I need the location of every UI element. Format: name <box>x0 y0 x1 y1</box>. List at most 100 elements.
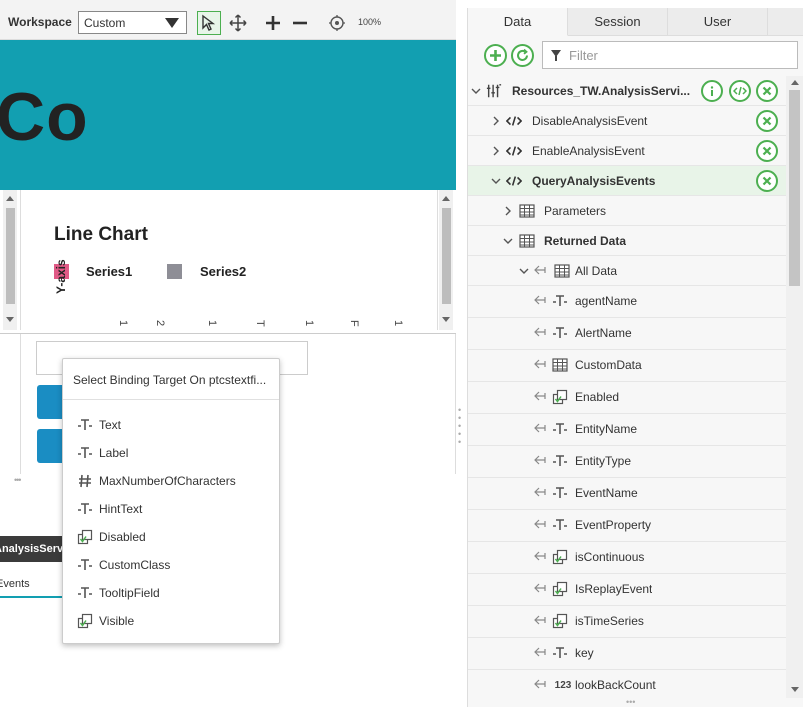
field-label: EventName <box>575 486 638 500</box>
filter-input[interactable]: Filter <box>542 41 798 69</box>
binding-arrow-icon <box>534 678 546 693</box>
tree-row-parameters[interactable]: Parameters <box>468 196 786 226</box>
fit-to-screen-button[interactable] <box>325 11 349 35</box>
boolean-type-icon <box>552 389 568 405</box>
tree-row-field[interactable]: isTimeSeries <box>468 606 786 638</box>
info-button[interactable] <box>701 80 723 102</box>
resize-grip-icon[interactable]: ••• <box>626 697 635 707</box>
legend-swatch-series2 <box>167 264 182 279</box>
line-chart-widget[interactable]: Line Chart Series1 Series2 Y-axis 1 2 1 … <box>20 190 438 330</box>
service-sub-item[interactable]: Events <box>0 570 64 598</box>
binding-target-label: HintText <box>99 502 143 516</box>
chevron-right-icon[interactable] <box>490 115 502 130</box>
tree-row-service[interactable]: DisableAnalysisEvent <box>468 106 786 136</box>
add-data-button[interactable] <box>484 44 507 67</box>
tree-row-service[interactable]: QueryAnalysisEvents <box>468 166 786 196</box>
binding-target-disabled[interactable]: Disabled <box>77 527 273 547</box>
tree-row-field[interactable]: EventProperty <box>468 510 786 542</box>
binding-target-tooltipfield[interactable]: TooltipField <box>77 583 273 603</box>
tab-user[interactable]: User <box>668 8 768 36</box>
refresh-data-button[interactable] <box>511 44 534 67</box>
plus-icon <box>490 50 501 61</box>
scroll-up-icon[interactable] <box>791 80 799 85</box>
chevron-right-icon[interactable] <box>490 145 502 160</box>
chart-scrollbar-left[interactable] <box>3 190 17 330</box>
parameters-label: Parameters <box>544 204 607 218</box>
service-tab[interactable]: AnalysisServices <box>0 536 64 562</box>
scroll-down-icon[interactable] <box>791 687 799 692</box>
tree-row-field[interactable]: key <box>468 638 786 670</box>
tree-row-field[interactable]: EntityName <box>468 414 786 446</box>
binding-target-label[interactable]: Label <box>77 443 273 463</box>
tree-row-field[interactable]: CustomData <box>468 350 786 382</box>
binding-arrow-icon <box>534 326 546 341</box>
chevron-down-icon[interactable] <box>490 175 502 190</box>
tree-row-all-data[interactable]: All Data <box>468 256 786 286</box>
x-tick-label: T <box>254 320 266 327</box>
data-source-label: Resources_TW.AnalysisServi... <box>512 84 691 98</box>
scroll-up-icon[interactable] <box>442 196 450 201</box>
table-icon <box>554 263 570 279</box>
splitter-grip-icon[interactable]: • • • • • <box>458 406 464 447</box>
zoom-out-button[interactable] <box>288 11 312 35</box>
tree-row-field[interactable]: AlertName <box>468 318 786 350</box>
tree-row-field[interactable]: EventName <box>468 478 786 510</box>
service-code-icon <box>506 173 522 189</box>
chevron-right-icon[interactable] <box>502 205 514 220</box>
tree-row-returned-data[interactable]: Returned Data <box>468 226 786 256</box>
chevron-down-icon[interactable] <box>518 265 530 280</box>
pan-tool-button[interactable] <box>226 11 250 35</box>
chevron-down-icon[interactable] <box>502 235 514 250</box>
scroll-thumb[interactable] <box>442 208 451 304</box>
tree-row-field[interactable]: 123 lookBackCount <box>468 670 786 698</box>
select-tool-button[interactable] <box>197 11 221 35</box>
field-label: AlertName <box>575 326 632 340</box>
chart-scrollbar-right[interactable] <box>439 190 453 330</box>
zoom-level: 100% <box>358 17 382 27</box>
tree-row-data-source[interactable]: Resources_TW.AnalysisServi... <box>468 76 786 106</box>
scroll-down-icon[interactable] <box>442 317 450 322</box>
caret-down-icon <box>165 18 179 28</box>
binding-target-label: Text <box>99 418 122 432</box>
zoom-in-button[interactable] <box>261 11 285 35</box>
tree-row-field[interactable]: isContinuous <box>468 542 786 574</box>
scroll-thumb[interactable] <box>789 90 800 286</box>
service-sub-label: Events <box>0 578 30 590</box>
banner-text: Co <box>0 79 89 155</box>
remove-button[interactable] <box>756 110 778 132</box>
tree-row-field[interactable]: Enabled <box>468 382 786 414</box>
binding-target-visible[interactable]: Visible <box>77 611 273 631</box>
tree-row-service[interactable]: EnableAnalysisEvent <box>468 136 786 166</box>
all-data-label: All Data <box>575 264 618 278</box>
data-tree-scrollbar[interactable] <box>786 76 803 698</box>
code-icon <box>733 86 747 96</box>
chevron-down-icon[interactable] <box>470 85 482 100</box>
field-label: agentName <box>575 294 638 308</box>
table-icon <box>552 357 568 373</box>
binding-target-customclass[interactable]: CustomClass <box>77 555 273 575</box>
remove-button[interactable] <box>756 80 778 102</box>
workspace-select[interactable]: Custom <box>78 11 187 34</box>
remove-button[interactable] <box>756 170 778 192</box>
boolean-type-icon <box>552 581 568 597</box>
binding-target-text[interactable]: Text <box>77 415 273 435</box>
binding-target-hinttext[interactable]: HintText <box>77 499 273 519</box>
scroll-up-icon[interactable] <box>6 196 14 201</box>
binding-target-maxnumberofcharacters[interactable]: MaxNumberOfCharacters <box>77 471 273 491</box>
text-type-icon <box>552 485 568 501</box>
scroll-down-icon[interactable] <box>6 317 14 322</box>
code-button[interactable] <box>729 80 751 102</box>
close-icon <box>762 116 772 126</box>
remove-button[interactable] <box>756 140 778 162</box>
header-banner[interactable]: Co <box>0 40 456 190</box>
tab-session[interactable]: Session <box>568 8 668 36</box>
tree-row-field[interactable]: agentName <box>468 286 786 318</box>
tab-data[interactable]: Data <box>468 8 568 36</box>
text-type-icon <box>77 585 93 601</box>
scroll-thumb[interactable] <box>6 208 15 304</box>
resize-grip-icon[interactable]: ••• <box>14 475 22 485</box>
binding-arrow-icon <box>534 390 546 405</box>
tree-row-field[interactable]: IsReplayEvent <box>468 574 786 606</box>
field-label: isContinuous <box>575 550 645 564</box>
tree-row-field[interactable]: EntityType <box>468 446 786 478</box>
